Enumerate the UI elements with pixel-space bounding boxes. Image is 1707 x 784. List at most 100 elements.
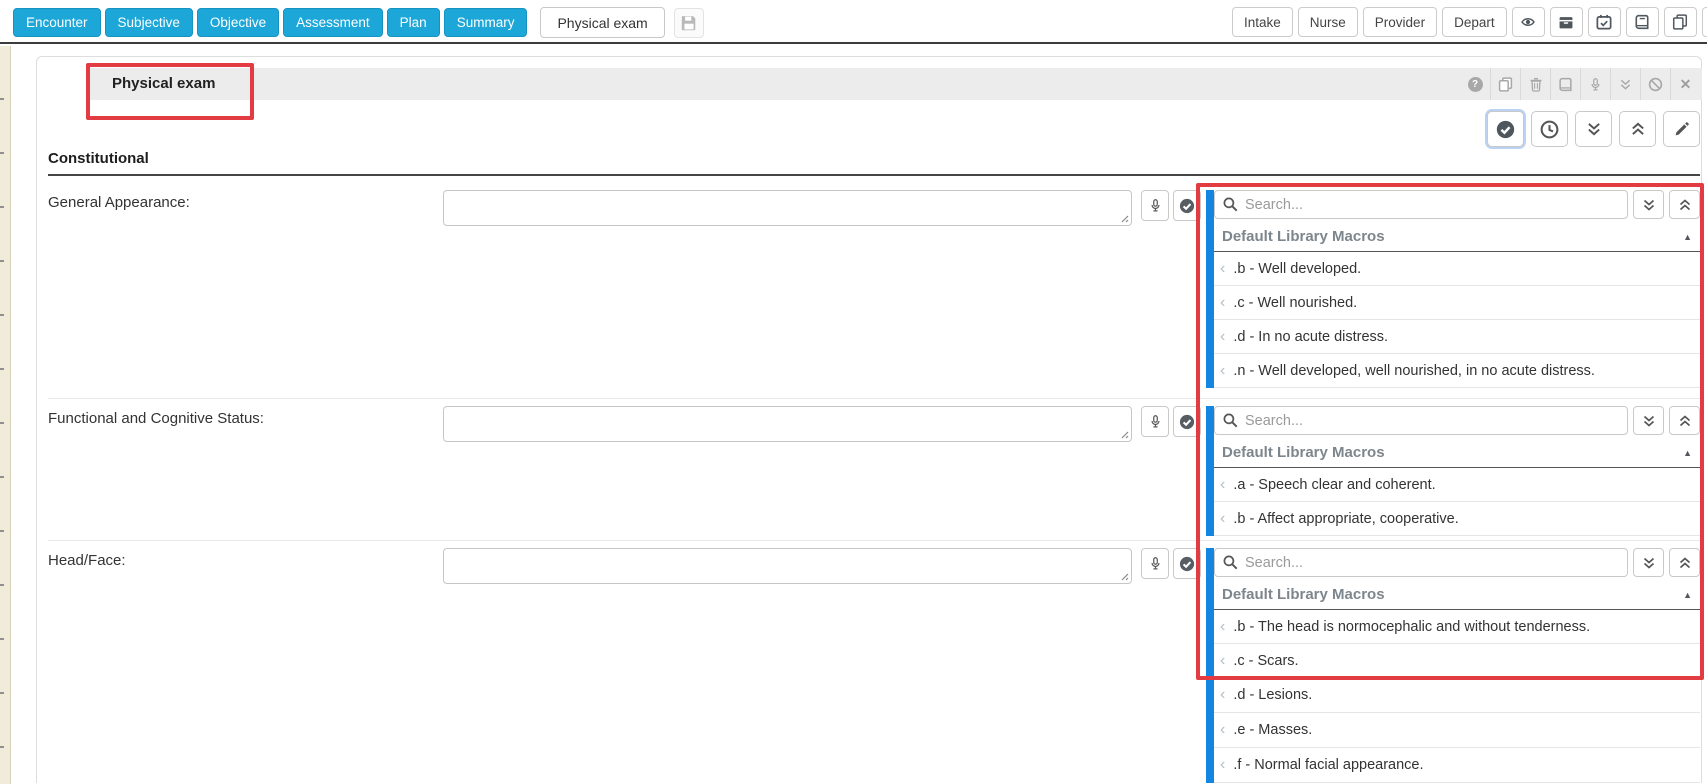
- chevron-double-down-icon: [1586, 121, 1602, 137]
- chevron-double-up-icon: [1678, 414, 1692, 428]
- macro-item[interactable]: ‹.f - Normal facial appearance.: [1214, 748, 1700, 783]
- expand-macros-button[interactable]: [1633, 190, 1664, 219]
- chevron-left-icon: ‹: [1220, 329, 1225, 345]
- macro-item-label: .a - Speech clear and coherent.: [1233, 477, 1435, 493]
- macro-item[interactable]: ‹ .c - Well nourished.: [1214, 286, 1700, 320]
- macro-item[interactable]: ‹.d - Lesions.: [1214, 678, 1700, 713]
- tab-plan[interactable]: Plan: [387, 8, 440, 37]
- head-face-textarea[interactable]: [443, 548, 1132, 584]
- head-face-field: [443, 548, 1132, 584]
- macro-group-title: Default Library Macros: [1222, 586, 1385, 603]
- chevron-left-icon: ‹: [1220, 261, 1225, 277]
- book-button[interactable]: [1626, 7, 1659, 37]
- search-icon: [1223, 413, 1238, 428]
- eye-icon: [1519, 15, 1537, 29]
- expand-macros-button[interactable]: [1633, 406, 1664, 435]
- macro-group-header[interactable]: Default Library Macros ▲: [1214, 580, 1700, 610]
- copy-button[interactable]: [1664, 7, 1697, 37]
- dictate-section-button[interactable]: [1580, 68, 1610, 100]
- macro-group-header[interactable]: Default Library Macros ▲: [1214, 438, 1700, 468]
- archive-button[interactable]: [1550, 7, 1583, 37]
- nurse-button[interactable]: Nurse: [1298, 7, 1358, 37]
- expand-macros-button[interactable]: [1633, 548, 1664, 577]
- copy-section-button[interactable]: [1490, 68, 1520, 100]
- macro-panel-accent-bar: [1206, 406, 1214, 536]
- macro-item[interactable]: ‹ .a - Speech clear and coherent.: [1214, 468, 1700, 502]
- confirm-button[interactable]: [1173, 406, 1201, 437]
- macro-item-label: .c - Well nourished.: [1233, 295, 1357, 311]
- chevron-left-icon: ‹: [1220, 653, 1225, 669]
- search-icon: [1223, 197, 1238, 212]
- confirm-button[interactable]: [1173, 190, 1201, 221]
- calendar-check-button[interactable]: [1588, 7, 1621, 37]
- dictate-button[interactable]: [1141, 548, 1169, 579]
- chevron-left-icon: ‹: [1220, 757, 1225, 773]
- left-panel-handle[interactable]: [0, 46, 11, 784]
- macro-search-input[interactable]: [1214, 548, 1628, 577]
- macro-search-input[interactable]: [1214, 406, 1628, 435]
- chevron-left-icon: ‹: [1220, 295, 1225, 311]
- close-section-button[interactable]: ✕: [1670, 68, 1700, 100]
- group-heading: Constitutional: [48, 150, 149, 167]
- tab-physical-exam-active[interactable]: Physical exam: [540, 7, 664, 38]
- macro-item[interactable]: ‹.b - Affect appropriate, cooperative.: [1214, 502, 1700, 536]
- macro-group-header[interactable]: Default Library Macros ▲: [1214, 222, 1700, 252]
- macro-item-label: .b - Affect appropriate, cooperative.: [1233, 511, 1458, 527]
- tab-objective[interactable]: Objective: [197, 8, 279, 37]
- collapse-macros-button[interactable]: [1669, 548, 1700, 577]
- dictate-button[interactable]: [1141, 406, 1169, 437]
- macro-item[interactable]: ‹ .b - Well developed.: [1214, 252, 1700, 286]
- eye-button[interactable]: [1512, 7, 1545, 37]
- collapse-all-button[interactable]: [1619, 111, 1656, 147]
- macro-group-title: Default Library Macros: [1222, 444, 1385, 461]
- macro-item-label: .b - The head is normocephalic and witho…: [1233, 619, 1590, 635]
- save-button[interactable]: [674, 8, 704, 38]
- copy-icon: [1498, 77, 1513, 92]
- general-appearance-textarea[interactable]: [443, 190, 1132, 226]
- macro-item[interactable]: ‹.b - The head is normocephalic and with…: [1214, 610, 1700, 644]
- chevron-double-down-icon: [1619, 78, 1632, 91]
- check-circle-icon: [1496, 120, 1515, 139]
- tab-assessment[interactable]: Assessment: [283, 8, 383, 37]
- app-root: Encounter Subjective Objective Assessmen…: [0, 0, 1707, 784]
- expand-all-button[interactable]: [1575, 111, 1612, 147]
- tab-summary[interactable]: Summary: [444, 8, 528, 37]
- collapse-macros-button[interactable]: [1669, 190, 1700, 219]
- history-button[interactable]: [1531, 111, 1568, 147]
- depart-button[interactable]: Depart: [1442, 7, 1507, 37]
- row-divider: [48, 540, 1701, 541]
- intake-button[interactable]: Intake: [1232, 7, 1293, 37]
- macro-item-label: .d - Lesions.: [1233, 687, 1312, 703]
- macro-item-label: .b - Well developed.: [1233, 261, 1361, 277]
- search-icon: [1223, 555, 1238, 570]
- complete-button[interactable]: [1487, 111, 1524, 147]
- tab-subjective[interactable]: Subjective: [105, 8, 193, 37]
- field-label-functional-cognitive: Functional and Cognitive Status:: [48, 410, 264, 427]
- functional-cognitive-field: [443, 406, 1132, 442]
- provider-button[interactable]: Provider: [1363, 7, 1437, 37]
- chevron-left-icon: ‹: [1220, 477, 1225, 493]
- confirm-button[interactable]: [1173, 548, 1201, 579]
- check-circle-icon: [1179, 414, 1195, 430]
- bookmark-button[interactable]: [1702, 7, 1707, 37]
- library-button[interactable]: [1550, 68, 1580, 100]
- macro-search-input[interactable]: [1214, 190, 1628, 219]
- macro-item-label: .n - Well developed, well nourished, in …: [1233, 363, 1595, 379]
- macro-item[interactable]: ‹.c - Scars.: [1214, 644, 1700, 678]
- functional-cognitive-textarea[interactable]: [443, 406, 1132, 442]
- delete-section-button[interactable]: [1520, 68, 1550, 100]
- caret-up-icon: ▲: [1683, 590, 1692, 600]
- tab-encounter[interactable]: Encounter: [13, 8, 101, 37]
- collapse-section-button[interactable]: [1610, 68, 1640, 100]
- macro-item[interactable]: ‹.e - Masses.: [1214, 713, 1700, 748]
- macro-item[interactable]: ‹.d - In no acute distress.: [1214, 320, 1700, 354]
- trash-icon: [1529, 77, 1543, 92]
- collapse-macros-button[interactable]: [1669, 406, 1700, 435]
- copy-icon: [1672, 14, 1688, 30]
- dictate-button[interactable]: [1141, 190, 1169, 221]
- help-button[interactable]: ?: [1460, 68, 1490, 100]
- row-divider: [48, 398, 1701, 399]
- disable-section-button[interactable]: [1640, 68, 1670, 100]
- macro-item[interactable]: ‹.n - Well developed, well nourished, in…: [1214, 354, 1700, 388]
- edit-button[interactable]: [1663, 111, 1700, 147]
